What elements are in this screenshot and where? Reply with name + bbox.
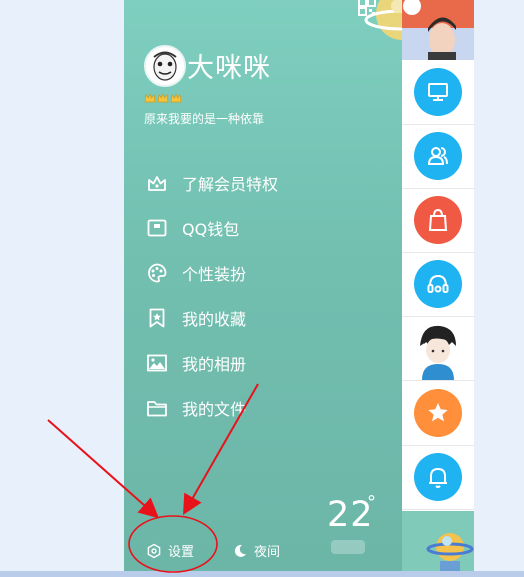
profile-nickname[interactable]: 大咪咪 (187, 46, 271, 85)
crown-icon (157, 93, 169, 103)
drawer-menu: 了解会员特权 QQ钱包 个性装扮 我的收藏 我的相册 我的文件 (146, 160, 386, 430)
avatar[interactable] (144, 45, 186, 87)
weather-city-blurred (331, 540, 365, 554)
monitor-icon (414, 68, 462, 116)
right-app-column (402, 0, 474, 571)
wallet-icon (146, 217, 168, 239)
contact-avatar-boy[interactable] (402, 316, 474, 381)
moon-icon (234, 544, 246, 557)
menu-item-theme[interactable]: 个性装扮 (146, 250, 386, 295)
menu-item-label: 个性装扮 (182, 264, 247, 284)
weather-degree-symbol: ° (367, 492, 376, 513)
favorites-tile[interactable] (402, 381, 474, 446)
menu-item-label: 我的收藏 (182, 309, 247, 329)
qr-code-icon[interactable] (358, 0, 376, 16)
menu-item-favorites[interactable]: 我的收藏 (146, 295, 386, 340)
night-mode-button[interactable]: 夜间 (232, 541, 280, 560)
menu-item-label: QQ钱包 (182, 219, 240, 239)
contact-avatar-top[interactable] (402, 0, 474, 60)
menu-item-label: 我的相册 (182, 354, 247, 374)
level-crowns[interactable] (144, 92, 182, 104)
photo-icon (146, 352, 168, 374)
service-tile[interactable] (402, 252, 474, 317)
menu-item-files[interactable]: 我的文件 (146, 385, 386, 430)
settings-label: 设置 (168, 545, 195, 560)
bell-icon (414, 453, 462, 501)
monitor-tile[interactable] (402, 60, 474, 125)
avatar-face-icon (147, 48, 183, 84)
shopping-tile[interactable] (402, 188, 474, 253)
menu-item-label: 我的文件 (182, 399, 247, 419)
crown-icon (170, 93, 182, 103)
bottom-strip (0, 571, 524, 577)
notifications-tile[interactable] (402, 445, 474, 510)
palette-icon (146, 262, 168, 284)
menu-item-album[interactable]: 我的相册 (146, 340, 386, 385)
shopping-bag-icon (414, 196, 462, 244)
night-label: 夜间 (254, 545, 281, 560)
settings-button[interactable]: 设置 (146, 541, 194, 560)
star-icon (414, 389, 462, 437)
settings-hex-icon (147, 543, 161, 558)
contacts-tile[interactable] (402, 124, 474, 189)
menu-item-label: 了解会员特权 (182, 174, 279, 194)
profile-signature[interactable]: 原来我要的是一种依靠 (144, 110, 264, 127)
menu-item-wallet[interactable]: QQ钱包 (146, 205, 386, 250)
bookmark-icon (146, 307, 168, 329)
planet-deco-icon (426, 533, 474, 571)
folder-icon (146, 397, 168, 419)
bottom-banner (402, 511, 474, 571)
crown-icon (144, 93, 156, 103)
menu-item-vip[interactable]: 了解会员特权 (146, 160, 386, 205)
vip-crown-icon (146, 172, 168, 194)
contacts-icon (414, 132, 462, 180)
headset-icon (414, 260, 462, 308)
side-drawer: 大咪咪 原来我要的是一种依靠 了解会员特权 QQ钱包 个性装扮 我的收藏 我的相… (124, 0, 402, 571)
